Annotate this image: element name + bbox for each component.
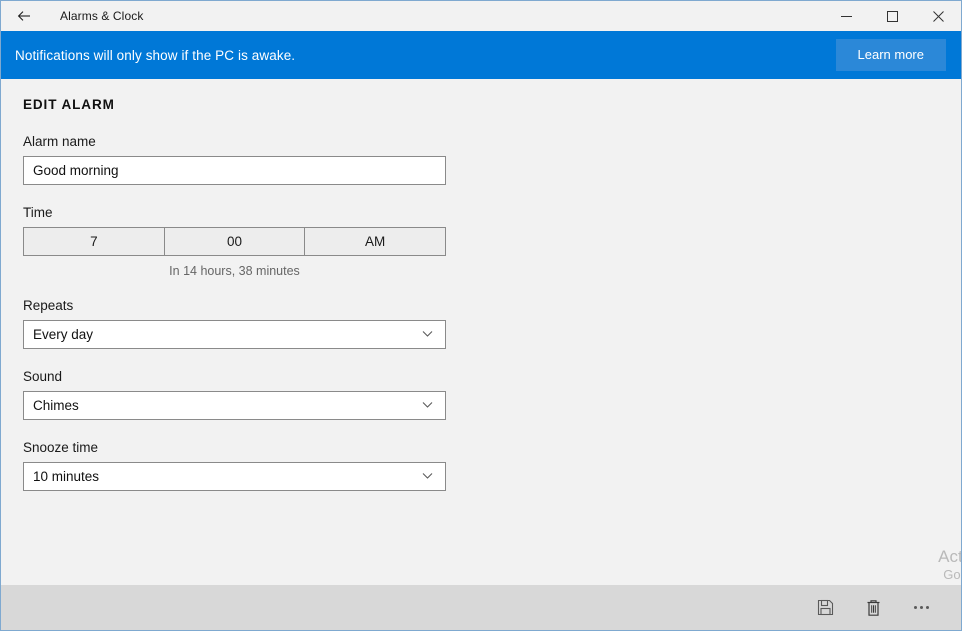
time-hour-selector[interactable]: 7	[24, 228, 165, 255]
back-button[interactable]	[1, 1, 47, 31]
activate-windows-watermark: Activ Go to	[938, 546, 961, 584]
page-title: EDIT ALARM	[23, 97, 115, 112]
snooze-time-label: Snooze time	[23, 440, 99, 455]
more-options-button[interactable]	[897, 588, 945, 628]
maximize-icon	[886, 10, 898, 22]
chevron-down-icon	[421, 398, 434, 414]
title-bar: Alarms & Clock	[1, 1, 961, 31]
save-button[interactable]	[801, 588, 849, 628]
chevron-down-icon	[421, 469, 434, 485]
watermark-line-1: Activ	[938, 546, 961, 566]
snooze-time-group: Snooze time 10 minutes	[23, 440, 961, 491]
close-icon	[932, 10, 944, 22]
window-controls	[823, 1, 961, 31]
time-picker: 7 00 AM	[23, 227, 446, 256]
minimize-icon	[840, 11, 852, 22]
time-label: Time	[23, 205, 53, 220]
edit-alarm-content: EDIT ALARM Alarm name Time 7 00 AM In 14…	[1, 79, 961, 585]
repeats-dropdown[interactable]: Every day	[23, 320, 446, 349]
notification-banner: Notifications will only show if the PC i…	[1, 31, 961, 79]
bottom-toolbar	[1, 585, 961, 630]
repeats-value: Every day	[33, 327, 94, 342]
repeats-label: Repeats	[23, 298, 74, 313]
sound-value: Chimes	[33, 398, 79, 413]
banner-message: Notifications will only show if the PC i…	[15, 47, 296, 63]
sound-label: Sound	[23, 369, 63, 384]
learn-more-button[interactable]: Learn more	[835, 39, 946, 71]
ellipsis-icon	[913, 606, 929, 609]
alarms-clock-window: Alarms & Clock Notifications will only s…	[0, 0, 962, 631]
chevron-down-icon	[421, 327, 434, 343]
snooze-time-value: 10 minutes	[33, 469, 100, 484]
save-icon	[816, 598, 835, 617]
minimize-button[interactable]	[823, 1, 869, 31]
time-period-selector[interactable]: AM	[305, 228, 446, 255]
alarm-name-input[interactable]	[23, 156, 446, 185]
back-arrow-icon	[16, 8, 32, 24]
time-group: Time 7 00 AM In 14 hours, 38 minutes	[23, 205, 961, 278]
time-until-caption: In 14 hours, 38 minutes	[169, 264, 300, 278]
sound-dropdown[interactable]: Chimes	[23, 391, 446, 420]
alarm-name-group: Alarm name	[23, 134, 961, 185]
snooze-time-dropdown[interactable]: 10 minutes	[23, 462, 446, 491]
close-button[interactable]	[915, 1, 961, 31]
alarm-name-label: Alarm name	[23, 134, 96, 149]
watermark-line-2: Go to	[943, 566, 961, 582]
sound-group: Sound Chimes	[23, 369, 961, 420]
delete-button[interactable]	[849, 588, 897, 628]
trash-icon	[864, 598, 883, 618]
maximize-button[interactable]	[869, 1, 915, 31]
time-minute-selector[interactable]: 00	[164, 228, 306, 255]
repeats-group: Repeats Every day	[23, 298, 961, 349]
window-title: Alarms & Clock	[60, 9, 144, 23]
